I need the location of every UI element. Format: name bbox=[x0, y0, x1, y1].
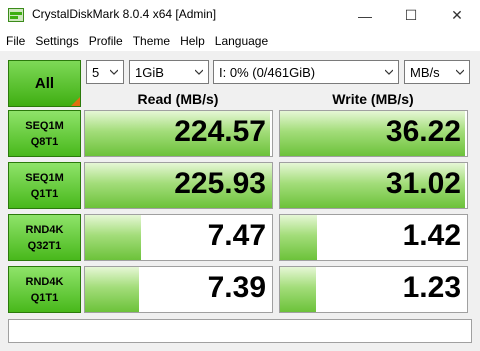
test-queue-label: Q1T1 bbox=[30, 187, 59, 200]
read-level-bar bbox=[85, 215, 142, 260]
menu-help[interactable]: Help bbox=[175, 31, 210, 51]
main-panel: All 5 1GiB I: 0% (0/461GiB) MB/s Read (M… bbox=[0, 51, 480, 351]
menu-settings[interactable]: Settings bbox=[30, 31, 83, 51]
write-value: 36.22 bbox=[385, 115, 461, 148]
test-type-label: SEQ1M bbox=[25, 119, 64, 132]
drive-select[interactable]: I: 0% (0/461GiB) bbox=[213, 60, 399, 84]
minimize-button[interactable]: — bbox=[342, 0, 388, 31]
read-result-rnd4k-q32t1: 7.47 bbox=[84, 214, 273, 261]
read-value: 7.47 bbox=[207, 219, 266, 252]
read-result-seq1m-q1t1: 225.93 bbox=[84, 162, 273, 209]
window-title: CrystalDiskMark 8.0.4 x64 [Admin] bbox=[32, 7, 217, 21]
test-type-label: SEQ1M bbox=[25, 171, 64, 184]
read-level-bar bbox=[85, 267, 140, 312]
test-button-seq1m-q1t1[interactable]: SEQ1M Q1T1 bbox=[8, 162, 81, 209]
read-value: 225.93 bbox=[174, 167, 266, 200]
test-size-value: 1GiB bbox=[135, 64, 164, 80]
write-value: 31.02 bbox=[385, 167, 461, 200]
test-button-seq1m-q8t1[interactable]: SEQ1M Q8T1 bbox=[8, 110, 81, 157]
unit-value: MB/s bbox=[410, 64, 440, 80]
test-button-rnd4k-q32t1[interactable]: RND4K Q32T1 bbox=[8, 214, 81, 261]
test-queue-label: Q8T1 bbox=[30, 135, 59, 148]
test-count-value: 5 bbox=[92, 64, 100, 80]
close-button[interactable]: ✕ bbox=[434, 0, 480, 31]
menu-bar: File Settings Profile Theme Help Languag… bbox=[0, 31, 480, 51]
maximize-button[interactable]: ☐ bbox=[388, 0, 434, 31]
title-bar[interactable]: CrystalDiskMark 8.0.4 x64 [Admin] — ☐ ✕ bbox=[0, 0, 480, 31]
write-column-header: Write (MB/s) bbox=[332, 91, 414, 107]
write-result-seq1m-q8t1: 36.22 bbox=[279, 110, 468, 157]
write-value: 1.23 bbox=[402, 271, 461, 304]
read-result-rnd4k-q1t1: 7.39 bbox=[84, 266, 273, 313]
test-type-label: RND4K bbox=[25, 223, 64, 236]
drive-value: I: 0% (0/461GiB) bbox=[219, 64, 316, 80]
chevron-down-icon bbox=[385, 69, 393, 75]
all-button[interactable]: All bbox=[8, 60, 81, 107]
menu-theme[interactable]: Theme bbox=[128, 31, 175, 51]
write-level-bar bbox=[280, 215, 318, 260]
chevron-down-icon bbox=[195, 69, 203, 75]
test-count-select[interactable]: 5 bbox=[86, 60, 124, 84]
read-column-header: Read (MB/s) bbox=[137, 91, 219, 107]
read-value: 7.39 bbox=[207, 271, 266, 304]
write-level-bar bbox=[280, 267, 316, 312]
test-queue-label: Q1T1 bbox=[30, 291, 59, 304]
app-icon bbox=[8, 8, 24, 22]
menu-profile[interactable]: Profile bbox=[84, 31, 128, 51]
write-result-rnd4k-q32t1: 1.42 bbox=[279, 214, 468, 261]
all-button-label: All bbox=[34, 75, 55, 92]
test-size-select[interactable]: 1GiB bbox=[129, 60, 209, 84]
comment-field[interactable] bbox=[8, 319, 472, 343]
test-queue-label: Q32T1 bbox=[27, 239, 62, 252]
write-result-rnd4k-q1t1: 1.23 bbox=[279, 266, 468, 313]
menu-language[interactable]: Language bbox=[210, 31, 273, 51]
write-result-seq1m-q1t1: 31.02 bbox=[279, 162, 468, 209]
menu-file[interactable]: File bbox=[0, 31, 30, 51]
chevron-down-icon bbox=[456, 69, 464, 75]
read-result-seq1m-q8t1: 224.57 bbox=[84, 110, 273, 157]
chevron-down-icon bbox=[110, 69, 118, 75]
read-value: 224.57 bbox=[174, 115, 266, 148]
test-type-label: RND4K bbox=[25, 275, 64, 288]
write-value: 1.42 bbox=[402, 219, 461, 252]
unit-select[interactable]: MB/s bbox=[404, 60, 470, 84]
test-button-rnd4k-q1t1[interactable]: RND4K Q1T1 bbox=[8, 266, 81, 313]
